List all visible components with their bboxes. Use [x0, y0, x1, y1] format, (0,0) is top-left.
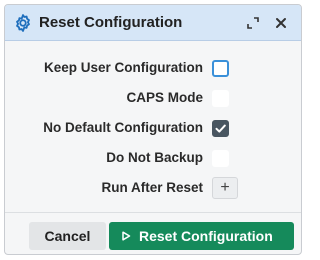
no-default-configuration-label: No Default Configuration: [43, 120, 203, 135]
run-after-reset-label: Run After Reset: [101, 180, 203, 195]
no-default-configuration-checkbox[interactable]: [212, 120, 229, 137]
close-icon[interactable]: [273, 15, 289, 31]
expand-icon[interactable]: [245, 15, 261, 31]
reset-configuration-dialog: Reset Configuration Keep User Configurat…: [4, 4, 302, 255]
play-icon: [122, 231, 131, 241]
keep-user-configuration-label: Keep User Configuration: [43, 60, 203, 75]
do-not-backup-label: Do Not Backup: [106, 150, 203, 165]
dialog-title: Reset Configuration: [39, 14, 183, 31]
dialog-titlebar[interactable]: Reset Configuration: [5, 5, 301, 41]
checkmark-icon: [215, 124, 226, 133]
caps-mode-label: CAPS Mode: [126, 90, 203, 105]
dialog-footer: Cancel Reset Configuration: [5, 212, 301, 254]
caps-mode-checkbox[interactable]: [212, 90, 229, 107]
reset-configuration-button-label: Reset Configuration: [139, 228, 273, 244]
keep-user-configuration-checkbox[interactable]: [212, 60, 229, 77]
cancel-button[interactable]: Cancel: [29, 222, 106, 250]
do-not-backup-checkbox[interactable]: [212, 150, 229, 167]
reset-configuration-button[interactable]: Reset Configuration: [109, 222, 294, 250]
run-after-reset-add-button[interactable]: +: [212, 177, 238, 199]
gear-icon: [16, 14, 30, 32]
